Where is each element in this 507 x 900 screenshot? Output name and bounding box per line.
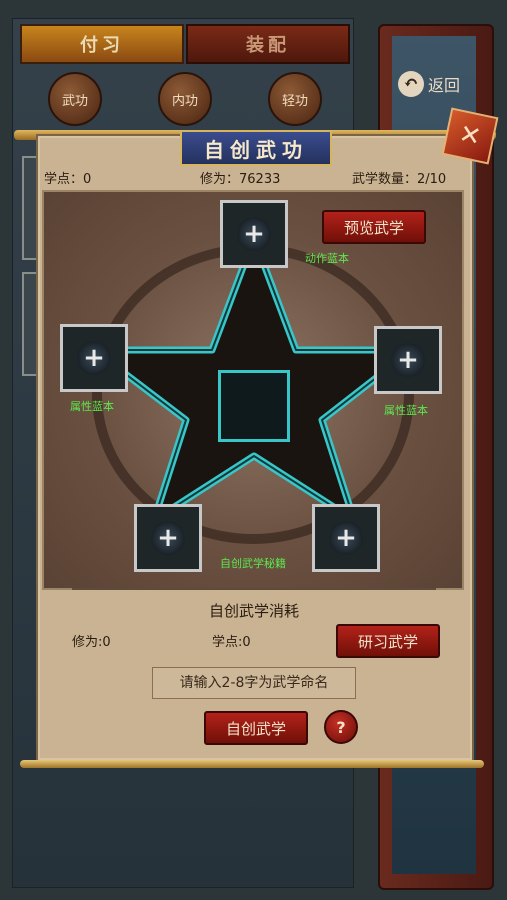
slot-bottom-left[interactable]: + [134, 504, 202, 572]
preview-skill-button[interactable]: 预览武学 [322, 210, 426, 244]
tab-practice[interactable]: 付习 [20, 24, 184, 64]
slot-label-manual: 自创武学秘籍 [220, 557, 286, 570]
plus-icon: + [77, 341, 111, 375]
close-button[interactable]: ✕ [441, 107, 499, 165]
inner-skill-button[interactable]: 内功 [158, 72, 212, 126]
plus-icon: + [391, 343, 425, 377]
cost-title: 自创武学消耗 [208, 602, 299, 620]
cost-xiuwei: 修为:0 [72, 635, 111, 650]
skill-name-input[interactable] [152, 667, 356, 699]
stat-xiuwei: 修为：76233 [200, 172, 281, 187]
center-slot[interactable] [218, 370, 290, 442]
slot-bottom-right[interactable]: + [312, 504, 380, 572]
slot-attribute-right[interactable]: + [374, 326, 442, 394]
create-skill-button[interactable]: 自创武学 [204, 711, 308, 745]
study-skill-button[interactable]: 研习武学 [336, 624, 440, 658]
divider [72, 588, 436, 590]
scroll-bottom-rod [20, 760, 484, 768]
back-arrow-icon: ↶ [398, 71, 424, 97]
stat-skill-count: 武学数量：2/10 [352, 172, 447, 187]
slot-label-action: 动作蓝本 [305, 252, 349, 265]
back-label: 返回 [428, 76, 461, 95]
stat-xuedian: 学点：0 [44, 172, 92, 187]
close-icon: ✕ [456, 119, 484, 153]
tab-equip[interactable]: 装配 [186, 24, 350, 64]
slot-label-attr-right: 属性蓝本 [384, 404, 428, 417]
slot-label-attr-left: 属性蓝本 [70, 400, 114, 413]
help-button[interactable]: ? [324, 710, 358, 744]
plus-icon: + [151, 521, 185, 555]
back-button[interactable]: ↶ 返回 [398, 64, 474, 104]
plus-icon: + [237, 217, 271, 251]
cost-xuedian: 学点:0 [212, 635, 251, 650]
plus-icon: + [329, 521, 363, 555]
slot-attribute-left[interactable]: + [60, 324, 128, 392]
dialog-title: 自创武功 [180, 130, 332, 166]
martial-arts-button[interactable]: 武功 [48, 72, 102, 126]
lightness-skill-button[interactable]: 轻功 [268, 72, 322, 126]
slot-action-blueprint[interactable]: + [220, 200, 288, 268]
